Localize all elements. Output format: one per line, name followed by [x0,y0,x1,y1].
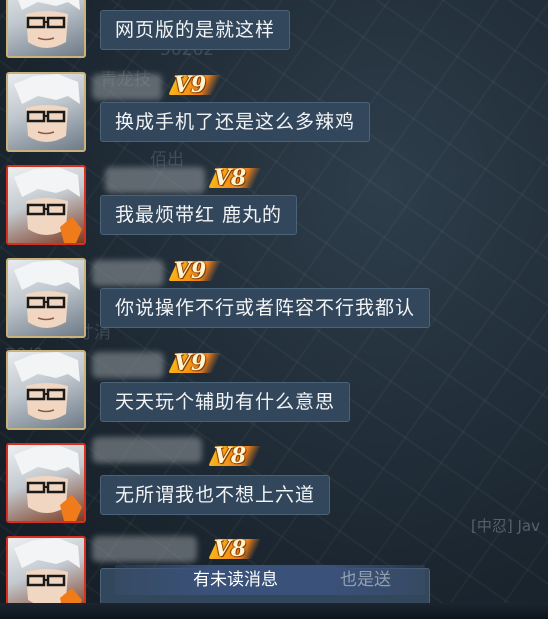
player-avatar[interactable] [6,350,86,430]
message-bubble: 你说操作不行或者阵容不行我都认 [100,288,431,328]
white-haired-ninja-avatar-icon [14,260,80,328]
message-bubble: 网页版的是就这样 [100,10,291,50]
white-haired-ninja-avatar-icon [14,445,82,521]
message-bubble: 换成手机了还是这么多辣鸡 [100,102,371,142]
background-rank-tag: [中忍] Jav [471,517,540,535]
white-haired-ninja-avatar-icon [14,74,80,142]
blurred-player-name [92,260,164,286]
player-avatar[interactable] [6,443,86,523]
player-avatar[interactable] [6,165,86,245]
unread-messages-label: 有未读消息 [193,570,278,590]
blurred-player-name [92,437,202,463]
vip-badge: V9 [165,258,225,284]
blurred-player-name [92,536,197,562]
partial-message-text: 也是送 [340,570,391,590]
vip-badge: V9 [165,72,225,98]
vip-badge: V9 [165,350,225,376]
unread-messages-banner[interactable]: 有未读消息 也是送 [115,565,425,595]
player-avatar[interactable] [6,0,86,58]
message-bubble: 天天玩个辅助有什么意思 [100,382,351,422]
white-haired-ninja-avatar-icon [14,167,82,243]
white-haired-ninja-avatar-icon [14,352,80,420]
chat-bottom-edge [0,603,548,619]
vip-badge: V8 [205,536,265,562]
vip-badge: V8 [205,165,265,191]
blurred-player-name [92,74,162,100]
message-bubble: 我最烦带红 鹿丸的 [100,195,298,235]
player-avatar[interactable] [6,258,86,338]
white-haired-ninja-avatar-icon [18,0,80,48]
player-avatar[interactable] [6,72,86,152]
message-bubble: 无所谓我也不想上六道 [100,475,331,515]
vip-badge: V8 [205,443,265,469]
blurred-player-name [92,352,164,378]
blurred-player-name [105,167,205,193]
